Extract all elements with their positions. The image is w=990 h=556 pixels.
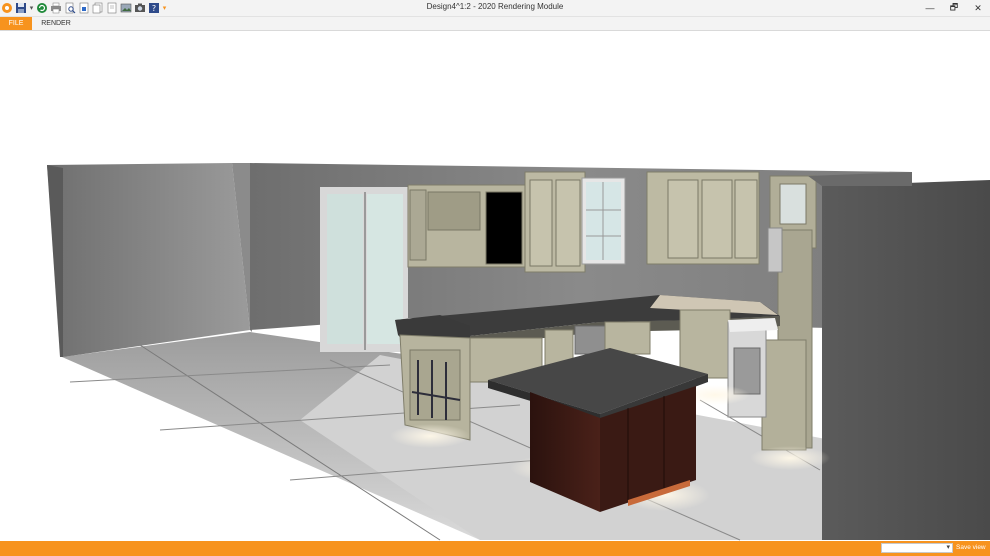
- save-icon[interactable]: [15, 2, 27, 14]
- close-button[interactable]: ✕: [966, 0, 990, 16]
- help-icon[interactable]: ?: [148, 2, 160, 14]
- app-logo-icon[interactable]: [1, 2, 13, 14]
- refresh-icon[interactable]: [36, 2, 48, 14]
- tab-render[interactable]: RENDER: [34, 17, 78, 30]
- minimize-button[interactable]: —: [918, 0, 942, 16]
- title-bar: ▾ ? ▾ Design4^1:2 - 2020 Rendering Modul…: [0, 0, 990, 17]
- customize-toolbar-icon[interactable]: ▾: [162, 2, 167, 14]
- left-wall: [47, 163, 252, 357]
- status-bar: ▾ Save view: [0, 541, 990, 556]
- sliding-door: [320, 187, 408, 352]
- image-icon[interactable]: [120, 2, 132, 14]
- svg-text:?: ?: [152, 4, 156, 13]
- window-controls: — 🗗 ✕: [918, 0, 990, 16]
- chevron-down-icon: ▾: [946, 544, 950, 551]
- print-icon[interactable]: [50, 2, 62, 14]
- render-viewport[interactable]: [0, 31, 990, 541]
- right-wall: [808, 172, 990, 540]
- camera-icon[interactable]: [134, 2, 146, 14]
- kitchen-window: [581, 177, 626, 265]
- quick-access-toolbar: ▾ ? ▾: [0, 0, 167, 16]
- kitchen-render-scene: [47, 163, 990, 541]
- save-dropdown-icon[interactable]: ▾: [29, 2, 34, 14]
- restore-button[interactable]: 🗗: [942, 0, 966, 16]
- view-select[interactable]: ▾: [881, 543, 953, 553]
- ribbon-tab-bar: FILE RENDER: [0, 17, 990, 31]
- print-preview-icon[interactable]: [64, 2, 76, 14]
- save-view-button[interactable]: Save view: [956, 544, 986, 551]
- tab-file[interactable]: FILE: [0, 17, 32, 30]
- peninsula: [395, 315, 471, 441]
- export-icon[interactable]: [78, 2, 90, 14]
- page-icon[interactable]: [106, 2, 118, 14]
- copy-icon[interactable]: [92, 2, 104, 14]
